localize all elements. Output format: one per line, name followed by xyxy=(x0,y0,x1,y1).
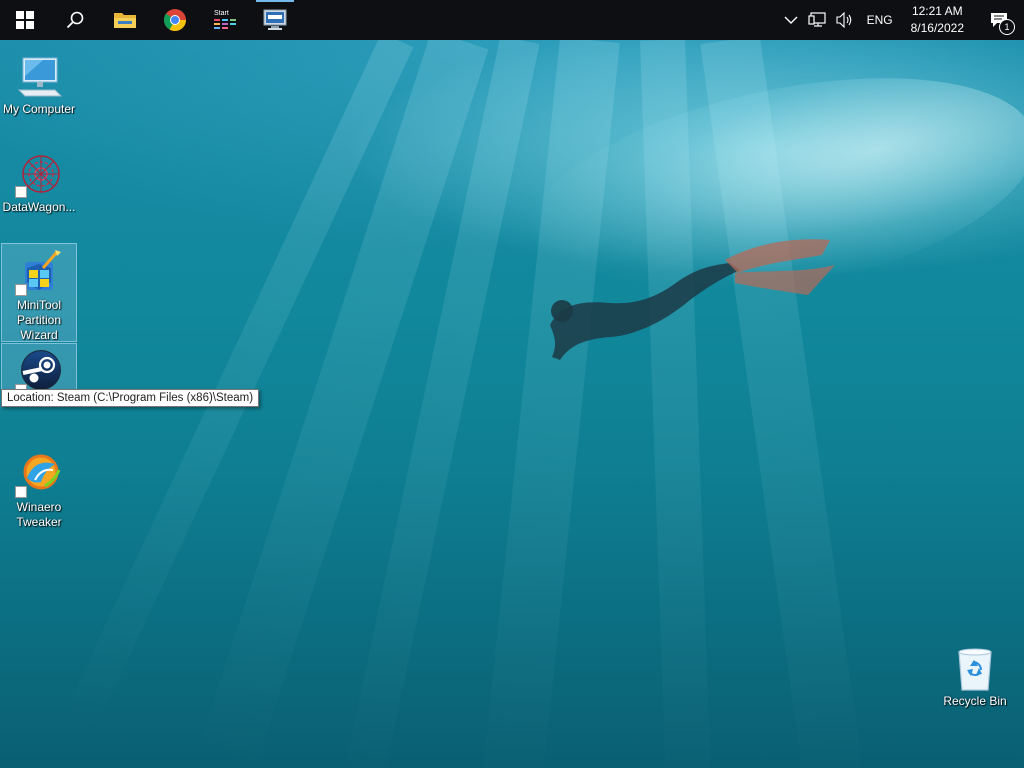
clock[interactable]: 12:21 AM 8/16/2022 xyxy=(901,0,974,40)
remote-desktop-icon xyxy=(263,9,287,30)
datawagon-icon xyxy=(15,150,63,198)
network-button[interactable] xyxy=(803,0,831,40)
chrome-icon xyxy=(163,9,186,31)
remote-desktop-button[interactable] xyxy=(250,0,300,40)
shortcut-location-tooltip: Location: Steam (C:\Program Files (x86)\… xyxy=(1,389,260,407)
desktop[interactable]: Start ENG 12:21 AM 8/16/2022 1 My Comput… xyxy=(0,0,1024,768)
clock-date: 8/16/2022 xyxy=(910,21,964,35)
folder-icon xyxy=(114,13,136,28)
desktop-icon-my-computer[interactable]: My Computer xyxy=(1,48,77,117)
shortcut-arrow-icon xyxy=(15,486,27,498)
search-icon xyxy=(66,11,84,29)
notification-count-badge: 1 xyxy=(999,19,1015,35)
action-center-button[interactable]: 1 xyxy=(974,0,1024,40)
desktop-icon-steam[interactable] xyxy=(1,343,77,396)
wallpaper-swimmer xyxy=(550,239,835,360)
chevron-up-icon xyxy=(784,16,798,24)
search-button[interactable] xyxy=(50,0,100,40)
desktop-icon-label: Recycle Bin xyxy=(943,694,1007,708)
desktop-icon-label: MiniTool Partition Wizard xyxy=(16,298,62,342)
shortcut-arrow-icon xyxy=(15,186,27,198)
minitool-icon xyxy=(15,248,63,296)
start-app-label: Start xyxy=(214,10,229,17)
clock-time: 12:21 AM xyxy=(911,4,963,18)
winaero-tweaker-icon xyxy=(15,450,63,498)
desktop-icon-label: DataWagon... xyxy=(2,200,76,214)
desktop-icon-minitool-partition-wizard[interactable]: MiniTool Partition Wizard xyxy=(1,243,77,342)
speaker-icon xyxy=(836,12,851,28)
desktop-icon-datawagon[interactable]: DataWagon... xyxy=(1,146,77,215)
desktop-icon-label: Winaero Tweaker xyxy=(16,500,62,529)
start-button[interactable] xyxy=(0,0,50,40)
desktop-icon-recycle-bin[interactable]: Recycle Bin xyxy=(937,640,1013,709)
start-app-tiles-icon xyxy=(214,19,236,29)
taskbar: Start ENG 12:21 AM 8/16/2022 1 xyxy=(0,0,1024,40)
show-hidden-icons-button[interactable] xyxy=(779,0,803,40)
desktop-icon-label: My Computer xyxy=(2,102,76,116)
computer-icon xyxy=(15,52,63,100)
desktop-icon-winaero-tweaker[interactable]: Winaero Tweaker xyxy=(1,446,77,530)
recycle-bin-icon xyxy=(951,644,999,692)
language-indicator[interactable]: ENG xyxy=(859,0,901,40)
start-app-button[interactable]: Start xyxy=(200,0,250,40)
network-icon xyxy=(807,12,826,27)
volume-button[interactable] xyxy=(831,0,859,40)
windows-logo-icon xyxy=(16,11,34,29)
start-app-icon: Start xyxy=(214,10,236,30)
system-tray: ENG 12:21 AM 8/16/2022 1 xyxy=(779,0,1024,40)
shortcut-arrow-icon xyxy=(15,284,27,296)
file-explorer-button[interactable] xyxy=(100,0,150,40)
chrome-button[interactable] xyxy=(150,0,200,40)
